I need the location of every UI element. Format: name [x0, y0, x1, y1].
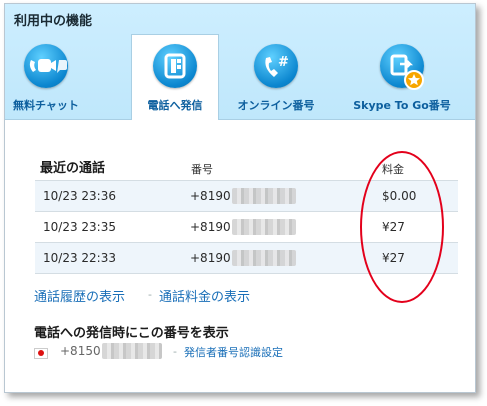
tab-label: オンライン番号 [237, 99, 315, 112]
column-header-number: 番号 [191, 163, 213, 176]
tab-label: Skype To Go番号 [353, 99, 451, 112]
tab-free-chat[interactable]: 無料チャット [3, 35, 89, 119]
redacted-number [232, 219, 296, 235]
redacted-number [102, 343, 162, 359]
link-separator: - [148, 288, 152, 301]
redacted-number [232, 188, 296, 204]
online-number-icon: # [254, 44, 298, 88]
caller-id-heading: 電話への発信時にこの番号を表示 [34, 326, 229, 341]
call-datetime: 10/23 22:33 [43, 251, 116, 265]
highlight-oval [360, 151, 444, 303]
tab-label: 無料チャット [13, 99, 79, 112]
tab-skype-to-go[interactable]: Skype To Go番号 [352, 35, 452, 119]
tab-online-number[interactable]: # オンライン番号 [233, 35, 319, 119]
svg-text:#: # [278, 55, 289, 70]
call-rates-link[interactable]: 通話料金の表示 [159, 286, 250, 305]
features-header: 利用中の機能 無料チャット 電話へ発信 # オンライン番号 Skype To G… [5, 4, 475, 120]
tab-label: 電話へ発信 [147, 99, 203, 112]
phone-dialpad-icon [153, 44, 197, 88]
caller-id-settings-link[interactable]: 発信者番号認識設定 [184, 344, 283, 360]
call-number: +8190 [190, 189, 231, 203]
call-number: +8190 [190, 220, 231, 234]
tab-call-phones[interactable]: 電話へ発信 [131, 34, 219, 120]
link-separator: - [173, 345, 177, 358]
call-datetime: 10/23 23:35 [43, 220, 116, 234]
recent-calls-heading: 最近の通話 [40, 161, 106, 176]
caller-id-number: +8150 [60, 344, 101, 358]
call-datetime: 10/23 23:36 [43, 189, 116, 203]
chat-call-video-icon [24, 44, 68, 88]
skype-to-go-icon [380, 44, 424, 90]
call-history-link[interactable]: 通話履歴の表示 [34, 286, 125, 305]
feature-panel: 利用中の機能 無料チャット 電話へ発信 # オンライン番号 Skype To G… [4, 3, 476, 393]
page-title: 利用中の機能 [14, 14, 93, 29]
japan-flag-icon [34, 348, 48, 359]
call-number: +8190 [190, 251, 231, 265]
redacted-number [232, 250, 296, 266]
